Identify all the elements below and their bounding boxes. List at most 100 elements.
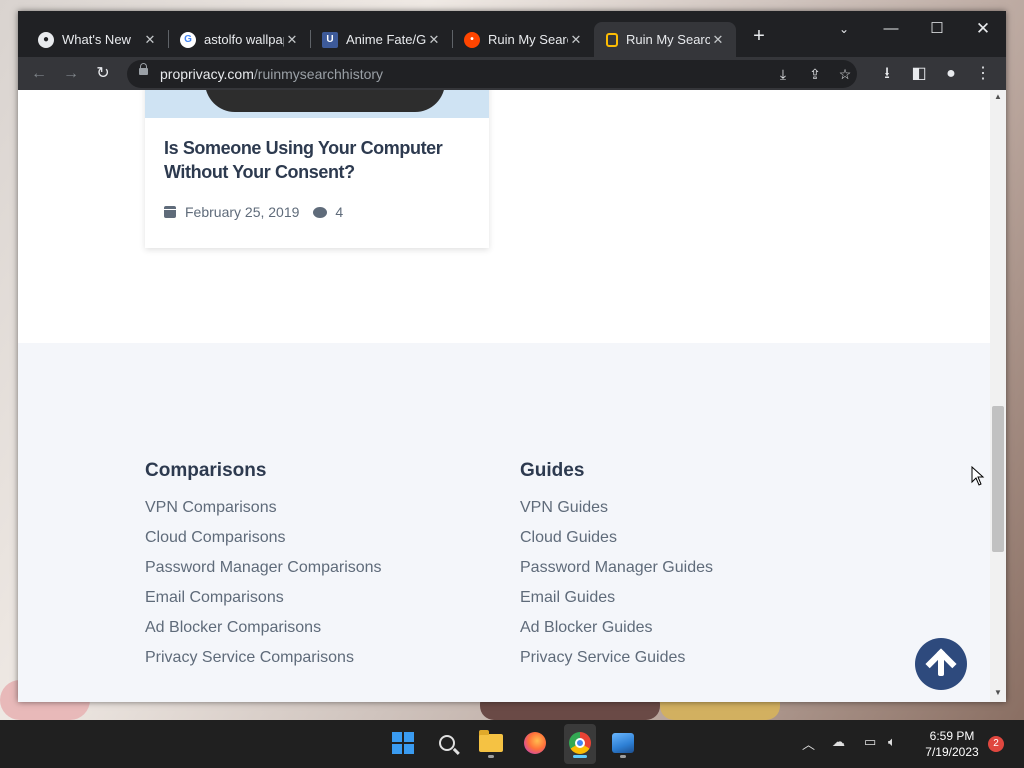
- footer-link-ad-blocker-guides[interactable]: Ad Blocker Guides: [520, 618, 713, 648]
- footer-comparisons-column: Comparisons VPN Comparisons Cloud Compar…: [145, 460, 382, 678]
- tab-anime-fate[interactable]: U Anime Fate/Gr ✕: [310, 22, 452, 57]
- footer-heading: Guides: [520, 460, 585, 481]
- tab-label: Anime Fate/Gr: [346, 32, 426, 47]
- close-icon[interactable]: ✕: [142, 32, 158, 48]
- app-running-indicator: [620, 755, 626, 758]
- footer-link-email-guides[interactable]: Email Guides: [520, 588, 713, 618]
- chrome-taskbar-button[interactable]: [565, 728, 595, 758]
- url-path: /ruinmysearchhistory: [253, 66, 384, 82]
- scroll-down-arrow-icon[interactable]: ▼: [990, 688, 1006, 700]
- footer-link-cloud-guides[interactable]: Cloud Guides: [520, 528, 713, 558]
- scroll-up-arrow-icon[interactable]: ▲: [990, 92, 1006, 104]
- page-content: Is Someone Using Your Computer Without Y…: [18, 90, 990, 702]
- article-card[interactable]: Is Someone Using Your Computer Without Y…: [145, 90, 489, 248]
- site-icon: U: [322, 31, 338, 48]
- onedrive-icon[interactable]: ☁: [832, 734, 845, 750]
- close-window-button[interactable]: ✕: [960, 15, 1006, 43]
- show-hidden-icons-button[interactable]: ︿: [802, 734, 815, 753]
- tab-label: Ruin My Searc: [626, 32, 710, 47]
- forward-button[interactable]: →: [58, 61, 84, 87]
- footer-link-privacy-service-guides[interactable]: Privacy Service Guides: [520, 648, 713, 678]
- file-explorer-button[interactable]: [476, 728, 506, 758]
- new-tab-button[interactable]: +: [749, 24, 769, 48]
- back-button[interactable]: ←: [26, 61, 52, 87]
- footer-link-password-manager-guides[interactable]: Password Manager Guides: [520, 558, 713, 588]
- chrome-icon: ●: [38, 31, 54, 48]
- footer-link-password-manager-comparisons[interactable]: Password Manager Comparisons: [145, 558, 382, 588]
- app-active-indicator: [573, 755, 587, 758]
- app-running-indicator: [488, 755, 494, 758]
- reddit-icon: •: [464, 31, 480, 48]
- install-app-icon[interactable]: ⤓: [773, 64, 793, 84]
- footer-link-vpn-guides[interactable]: VPN Guides: [520, 498, 713, 528]
- notification-badge[interactable]: 2: [988, 736, 1004, 752]
- folder-icon: [479, 730, 503, 752]
- firefox-button[interactable]: [520, 728, 550, 758]
- scrollbar-thumb[interactable]: [992, 406, 1004, 552]
- side-panel-icon[interactable]: ◧: [906, 61, 932, 87]
- calendar-icon: [164, 206, 176, 218]
- footer-guides-column: Guides VPN Guides Cloud Guides Password …: [520, 460, 713, 678]
- url-host: proprivacy.com: [160, 66, 254, 82]
- footer-link-cloud-comparisons[interactable]: Cloud Comparisons: [145, 528, 382, 558]
- clock-date: 7/19/2023: [925, 745, 979, 759]
- search-icon: [439, 735, 455, 751]
- bookmark-star-icon[interactable]: ☆: [835, 64, 855, 84]
- footer-heading: Comparisons: [145, 460, 267, 481]
- tab-search-button[interactable]: ⌄: [821, 15, 867, 43]
- mouse-cursor-icon: [971, 466, 985, 486]
- footer-link-ad-blocker-comparisons[interactable]: Ad Blocker Comparisons: [145, 618, 382, 648]
- taskbar-search-button[interactable]: [432, 728, 462, 758]
- article-thumbnail[interactable]: [145, 90, 489, 118]
- reload-button[interactable]: ↻: [90, 61, 116, 87]
- footer-link-vpn-comparisons[interactable]: VPN Comparisons: [145, 498, 382, 528]
- tab-label: Ruin My Searc: [488, 32, 568, 47]
- proprivacy-icon: [606, 32, 618, 47]
- photos-icon: [612, 733, 634, 753]
- article-meta: February 25, 2019 4: [164, 204, 343, 220]
- minimize-button[interactable]: —: [868, 15, 914, 43]
- comment-count[interactable]: 4: [335, 204, 343, 220]
- maximize-button[interactable]: ☐: [914, 15, 960, 43]
- google-icon: G: [180, 31, 196, 48]
- close-icon[interactable]: ✕: [284, 32, 300, 48]
- profile-icon[interactable]: ●: [938, 61, 964, 87]
- firefox-icon: [524, 732, 546, 754]
- downloads-icon[interactable]: ⭳: [874, 61, 900, 87]
- address-bar[interactable]: proprivacy.com/ruinmysearchhistory ⤓ ⇪ ☆: [127, 60, 857, 88]
- menu-icon[interactable]: ⋮: [970, 61, 996, 87]
- start-button[interactable]: [388, 728, 418, 758]
- laptop-image: [205, 90, 445, 112]
- tab-ruin-my-search-active[interactable]: Ruin My Searc ✕: [594, 22, 736, 57]
- footer-link-email-comparisons[interactable]: Email Comparisons: [145, 588, 382, 618]
- tab-whats-new[interactable]: ● What's New ✕: [26, 22, 168, 57]
- lock-icon: [139, 63, 148, 75]
- browser-window: ● What's New ✕ G astolfo wallpap ✕ U Ani…: [18, 11, 1006, 702]
- clock-time: 6:59 PM: [929, 729, 975, 743]
- windows-icon: [392, 732, 414, 754]
- close-icon[interactable]: ✕: [710, 32, 726, 48]
- network-icon[interactable]: ▭: [864, 734, 876, 750]
- tab-ruin-my-search-reddit[interactable]: • Ruin My Searc ✕: [452, 22, 594, 57]
- article-date: February 25, 2019: [185, 204, 300, 220]
- url-text[interactable]: proprivacy.com/ruinmysearchhistory: [160, 66, 383, 82]
- scroll-to-top-button[interactable]: [915, 638, 967, 690]
- comment-icon: [313, 206, 328, 218]
- article-title[interactable]: Is Someone Using Your Computer Without Y…: [164, 136, 464, 184]
- photos-button[interactable]: [608, 728, 638, 758]
- tab-astolfo-wallpaper[interactable]: G astolfo wallpap ✕: [168, 22, 310, 57]
- share-icon[interactable]: ⇪: [805, 64, 825, 84]
- footer-link-privacy-service-comparisons[interactable]: Privacy Service Comparisons: [145, 648, 382, 678]
- chrome-icon: [569, 732, 591, 754]
- close-icon[interactable]: ✕: [426, 32, 442, 48]
- arrow-up-icon-stem: [938, 652, 944, 676]
- site-footer: Comparisons VPN Comparisons Cloud Compar…: [18, 343, 990, 702]
- page-scrollbar[interactable]: ▲ ▼: [990, 90, 1006, 702]
- taskbar: ︿ ☁ ▭ 🔈︎ 6:59 PM 7/19/2023 2: [0, 720, 1024, 768]
- tab-label: astolfo wallpap: [204, 32, 284, 47]
- close-icon[interactable]: ✕: [568, 32, 584, 48]
- tab-strip: ● What's New ✕ G astolfo wallpap ✕ U Ani…: [18, 11, 1006, 57]
- tab-label: What's New: [62, 32, 131, 47]
- system-clock[interactable]: 6:59 PM 7/19/2023: [920, 728, 984, 760]
- volume-icon[interactable]: 🔈︎: [888, 734, 896, 750]
